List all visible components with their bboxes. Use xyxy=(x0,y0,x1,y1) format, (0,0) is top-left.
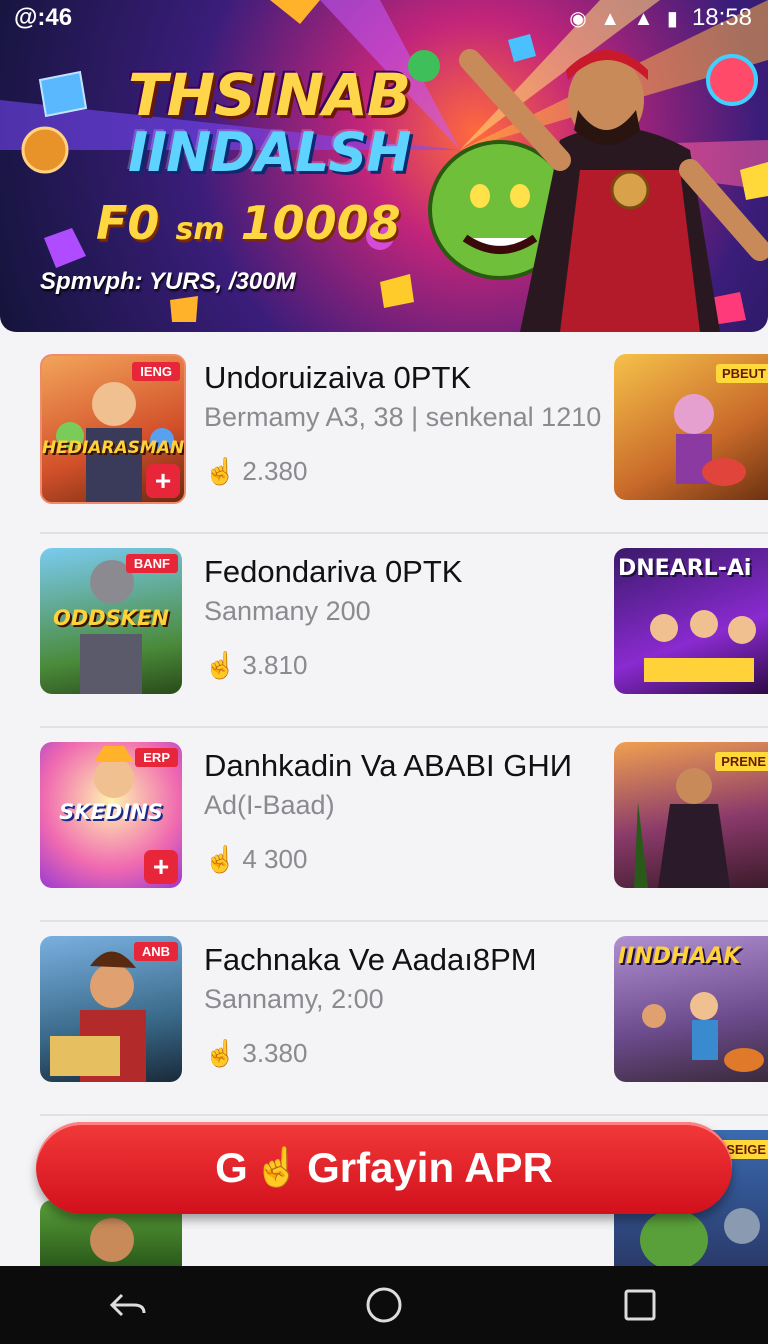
status-time: 18:58 xyxy=(691,4,752,31)
thumbnail-tag: IENG xyxy=(132,362,180,381)
side-thumbnail[interactable]: IINDHAAK xyxy=(614,936,768,1082)
app-thumbnail[interactable]: IENG HEDIARASMAN + xyxy=(40,354,186,504)
thumbnail-word: ODDSKEN xyxy=(52,606,170,630)
app-stat: ☝ 4 300 xyxy=(204,844,307,875)
tap-hand-icon: ☝ xyxy=(204,456,237,486)
thumbnail-tag: ERP xyxy=(135,748,178,767)
app-stat-value: 4 300 xyxy=(242,844,308,874)
thumbnail-word: HEDIARASMAN xyxy=(42,438,185,458)
get-app-button[interactable]: G ☝ Grfayin APR xyxy=(36,1122,732,1214)
side-thumbnail-tag: PRENE xyxy=(715,752,768,771)
banner-title-line2: IINDALSH xyxy=(128,121,411,184)
app-subtitle: Sanmany 200 xyxy=(204,596,371,626)
back-icon[interactable] xyxy=(98,1275,158,1335)
app-subtitle: Bermamy A3, 38 | senkenal 1210 xyxy=(204,402,602,432)
banner-offer-small: sm xyxy=(175,212,225,247)
banner-title-line1: THSINAB xyxy=(128,61,411,129)
app-title: Undoruizaiva 0PTK xyxy=(204,360,472,395)
cta-label: Grfayin APR xyxy=(307,1144,553,1191)
recents-icon[interactable] xyxy=(610,1275,670,1335)
side-thumbnail[interactable]: DNEARL-Ai xyxy=(614,548,768,694)
add-icon[interactable]: + xyxy=(146,464,180,498)
side-thumbnail-word: IINDHAAK xyxy=(618,944,741,969)
status-left-text: @:46 xyxy=(14,4,73,31)
thumbnail-tag: ANB xyxy=(133,942,178,961)
home-icon[interactable] xyxy=(354,1275,414,1335)
banner-offer-value: 10008 xyxy=(240,196,401,250)
list-item[interactable]: ANB Fachnaka Ve Aadaı8PM Sannamy, 2:00 ☝… xyxy=(0,922,768,1116)
app-title: Danhkadin Va ABABI GHИ xyxy=(204,748,573,783)
app-subtitle: Ad(I-Baad) xyxy=(204,790,335,820)
side-thumbnail[interactable]: PBEUT xyxy=(614,354,768,500)
app-thumbnail[interactable]: ERP SKEDINS + xyxy=(40,742,182,888)
hero-banner[interactable]: @:46 ◉ ▲ ▲ ▮ 18:58 THSINAB IINDALSH F0 s… xyxy=(0,0,768,332)
status-bar: @:46 ◉ ▲ ▲ ▮ 18:58 xyxy=(0,0,768,36)
app-stat: ☝ 3.810 xyxy=(204,650,307,681)
add-icon[interactable]: + xyxy=(144,850,178,884)
app-title: Fachnaka Ve Aadaı8PM xyxy=(204,942,537,977)
thumbnail-tag: BANF xyxy=(125,554,178,573)
list-item[interactable]: BANF ODDSKEN Fedondariva 0PTK Sanmany 20… xyxy=(0,534,768,728)
list-item[interactable]: ERP SKEDINS + Danhkadin Va ABABI GHИ Ad(… xyxy=(0,728,768,922)
app-stat: ☝ 3.380 xyxy=(204,1038,307,1069)
thumbnail-word: SKEDINS xyxy=(59,800,163,824)
cta-label-prefix: G xyxy=(215,1144,248,1191)
side-thumbnail-word: DNEARL-Ai xyxy=(618,556,752,581)
navigation-bar xyxy=(0,1266,768,1344)
pointer-hand-icon: ☝ xyxy=(253,1147,302,1189)
tap-hand-icon: ☝ xyxy=(204,650,237,680)
app-thumbnail[interactable]: BANF ODDSKEN xyxy=(40,548,182,694)
side-thumbnail-tag: PBEUT xyxy=(715,364,768,383)
banner-offer-prefix: F0 xyxy=(96,196,160,250)
app-title: Fedondariva 0PTK xyxy=(204,554,463,589)
app-stat-value: 3.810 xyxy=(242,650,308,680)
app-thumbnail[interactable]: ANB xyxy=(40,936,182,1082)
tap-hand-icon: ☝ xyxy=(204,1038,237,1068)
side-thumbnail[interactable]: PRENE xyxy=(614,742,768,888)
banner-offer: F0 sm 10008 xyxy=(96,196,401,250)
app-subtitle: Sannamy, 2:00 xyxy=(204,984,384,1014)
banner-subtitle: Spmvph: YURS, /300M xyxy=(40,268,296,295)
app-stat-value: 2.380 xyxy=(242,456,308,486)
list-item[interactable]: IENG HEDIARASMAN + Undoruizaiva 0PTK Ber… xyxy=(0,340,768,534)
app-stat: ☝ 2.380 xyxy=(204,456,307,487)
signal-wifi-battery-icon: ◉ ▲ ▲ ▮ xyxy=(569,7,682,30)
tap-hand-icon: ☝ xyxy=(204,844,237,874)
app-stat-value: 3.380 xyxy=(242,1038,308,1068)
